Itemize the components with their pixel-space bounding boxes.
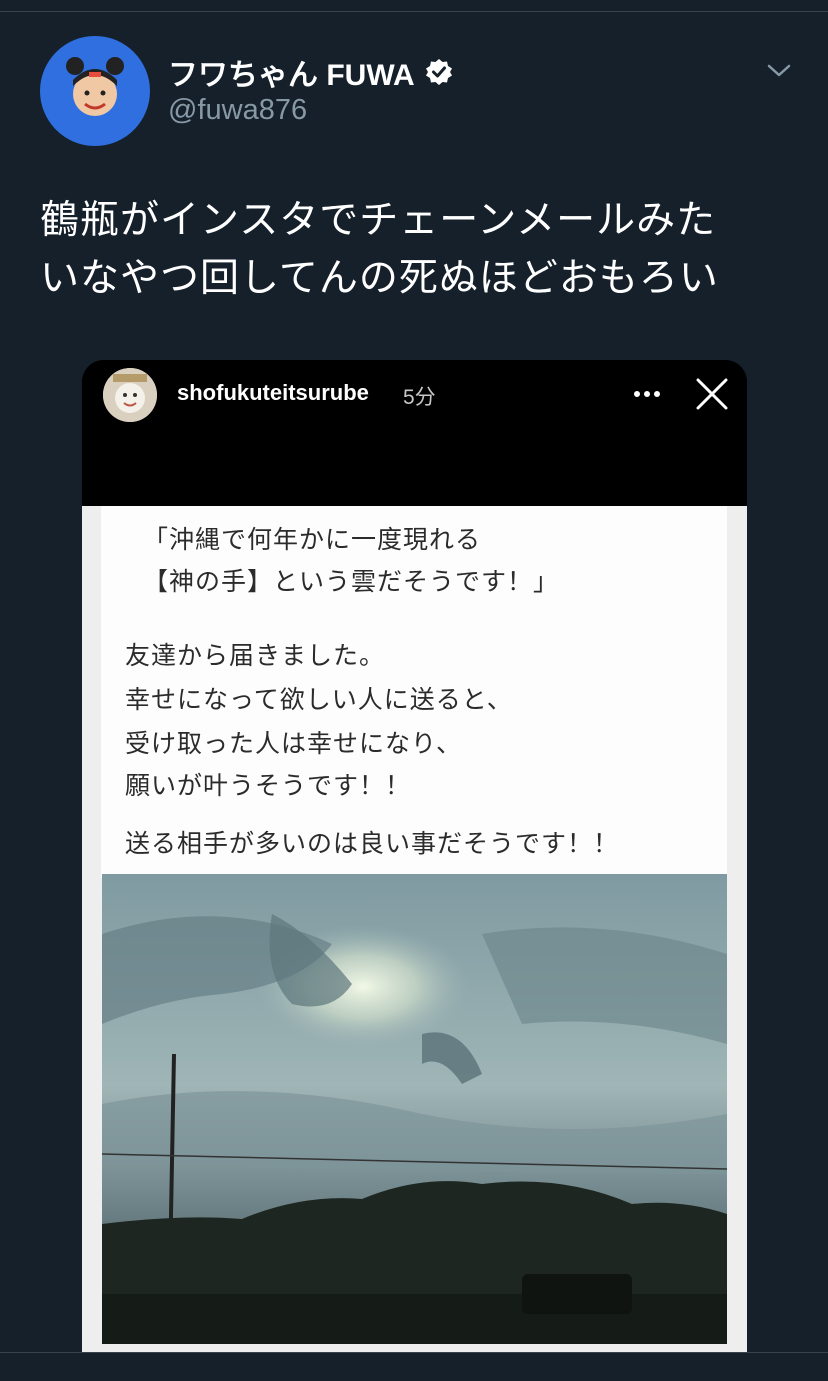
story-time: 5分 <box>403 386 436 409</box>
tweet-text-line: 鶴瓶がインスタでチェーンメールみた <box>40 198 717 243</box>
story-header: shofukuteitsurube 5分 <box>82 360 747 506</box>
more-dots-icon <box>632 386 662 400</box>
chain-message-line: 【神の手】という雲だそうです！」 <box>143 567 560 596</box>
chain-message-line: 幸せになって欲しい人に送ると、 <box>125 685 513 714</box>
chain-message-line: 願いが叶うそうです！！ <box>125 771 412 800</box>
author-avatar[interactable] <box>40 36 150 146</box>
tweet-text-line: いなやつ回してんの死ぬほどおもろい <box>40 256 719 301</box>
chain-message-line: 「沖縄で何年かに一度現れる <box>143 525 482 554</box>
chevron-down-icon[interactable] <box>764 58 794 82</box>
story-avatar <box>103 368 157 422</box>
tweet-media[interactable]: shofukuteitsurube 5分 「沖縄で何年かに一度現れる 【神の手】… <box>82 360 747 1352</box>
close-icon <box>695 377 729 411</box>
author-handle[interactable]: @fuwa876 <box>168 94 307 127</box>
author-name[interactable]: フワちゃん FUWA <box>168 50 415 94</box>
cloud-photo <box>102 874 727 1344</box>
verified-badge-icon <box>425 58 453 86</box>
story-image: 「沖縄で何年かに一度現れる 【神の手】という雲だそうです！」 友達から届きました… <box>82 506 747 1352</box>
chain-message-line: 受け取った人は幸せになり、 <box>125 729 463 758</box>
top-divider <box>0 11 828 12</box>
tweet-text: 鶴瓶がインスタでチェーンメールみた いなやつ回してんの死ぬほどおもろい <box>40 192 800 308</box>
chain-message-text: 「沖縄で何年かに一度現れる 【神の手】という雲だそうです！」 友達から届きました… <box>101 506 727 878</box>
story-username: shofukuteitsurube <box>177 380 369 405</box>
chain-message-line: 送る相手が多いのは良い事だそうです！！ <box>125 829 620 858</box>
chain-message-line: 友達から届きました。 <box>125 641 386 670</box>
author-name-row[interactable]: フワちゃん FUWA <box>168 50 453 94</box>
bottom-divider <box>0 1352 828 1353</box>
